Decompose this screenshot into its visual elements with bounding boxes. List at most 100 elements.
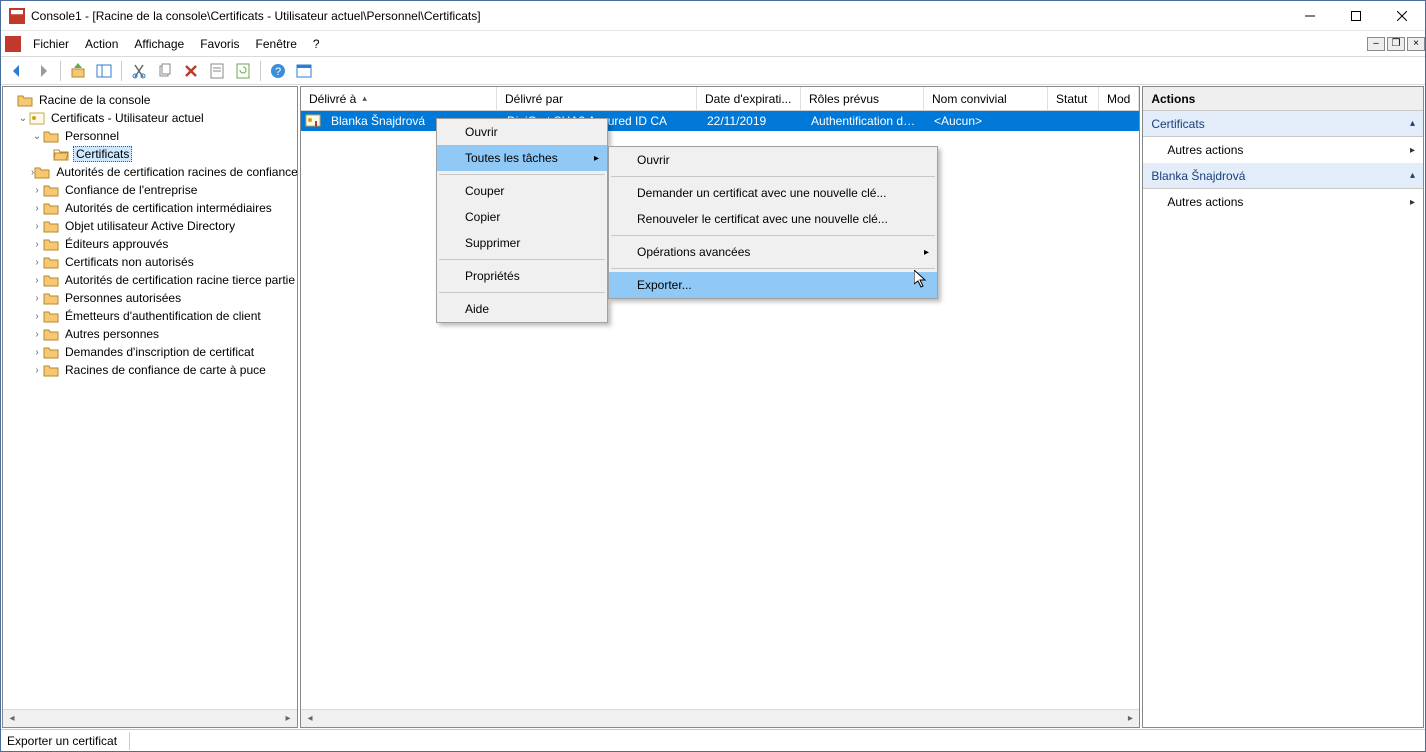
tree-hscroll[interactable]: ◂▸ [3, 709, 297, 727]
actions-pane: Actions Certificats ▴ Autres actions ▸ Bla… [1142, 86, 1424, 728]
menu-fenetre[interactable]: Fenêtre [248, 34, 305, 54]
tree-item[interactable]: ›Éditeurs approuvés [3, 235, 297, 253]
menu-affichage[interactable]: Affichage [126, 34, 192, 54]
forward-button[interactable] [31, 60, 55, 82]
ctx-sub-exporter[interactable]: Exporter... [609, 272, 937, 298]
window-title: Console1 - [Racine de la console\Certifi… [31, 9, 1287, 23]
list-header: Délivré à Délivré par Date d'expirati...… [301, 87, 1139, 111]
actions-section-subject[interactable]: Blanka Šnajdrová▴ [1143, 163, 1423, 189]
tree-item[interactable]: ›Objet utilisateur Active Directory [3, 217, 297, 235]
folder-icon [43, 129, 59, 143]
ctx-separator [439, 259, 605, 260]
list-hscroll[interactable]: ◂▸ [301, 709, 1139, 727]
properties-button[interactable] [205, 60, 229, 82]
tree-certs-user-label: Certificats - Utilisateur actuel [49, 111, 206, 125]
actions-section-certificats[interactable]: Certificats ▴ [1143, 111, 1423, 137]
tree-item[interactable]: ›Émetteurs d'authentification de client [3, 307, 297, 325]
tree-item[interactable]: ›Personnes autorisées [3, 289, 297, 307]
col-roles[interactable]: Rôles prévus [801, 87, 924, 110]
ctx-sub-avancees[interactable]: Opérations avancées [609, 239, 937, 265]
col-nom-convivial[interactable]: Nom convivial [924, 87, 1048, 110]
cert-row[interactable]: Blanka Šnajdrová DigiCert SHA2 Assured I… [301, 111, 1139, 131]
actions-item-autres-2[interactable]: Autres actions▸ [1143, 189, 1423, 215]
ctx-aide[interactable]: Aide [437, 296, 607, 322]
tree-item[interactable]: ›Autorités de certification intermédiair… [3, 199, 297, 217]
show-hide-tree-button[interactable] [92, 60, 116, 82]
ctx-copier[interactable]: Copier [437, 204, 607, 230]
submenu-icon: ▸ [1410, 145, 1415, 156]
collapse-icon: ▴ [1410, 118, 1415, 129]
ctx-ouvrir[interactable]: Ouvrir [437, 119, 607, 145]
folder-icon [43, 219, 59, 233]
mdi-restore-button[interactable]: ❐ [1387, 37, 1405, 51]
certificate-store-icon [29, 111, 45, 125]
menu-favoris[interactable]: Favoris [192, 34, 247, 54]
ctx-supprimer[interactable]: Supprimer [437, 230, 607, 256]
tree-item[interactable]: ›Confiance de l'entreprise [3, 181, 297, 199]
folder-icon [34, 165, 50, 179]
close-button[interactable] [1379, 1, 1425, 31]
ctx-proprietes[interactable]: Propriétés [437, 263, 607, 289]
col-delivre-par[interactable]: Délivré par [497, 87, 697, 110]
tree-certs-user[interactable]: ⌄ Certificats - Utilisateur actuel [3, 109, 297, 127]
ctx-separator [611, 176, 935, 177]
actions-section-label: Blanka Šnajdrová [1151, 169, 1245, 183]
actions-item-autres-1[interactable]: Autres actions ▸ [1143, 137, 1423, 163]
delete-button[interactable] [179, 60, 203, 82]
refresh-button[interactable] [231, 60, 255, 82]
tree-item[interactable]: ›Autorités de certification racine tierc… [3, 271, 297, 289]
up-button[interactable] [66, 60, 90, 82]
ctx-separator [439, 174, 605, 175]
context-menu-primary: Ouvrir Toutes les tâches Couper Copier S… [436, 118, 608, 323]
col-expiration[interactable]: Date d'expirati... [697, 87, 801, 110]
tree-item[interactable]: ›Racines de confiance de carte à puce [3, 361, 297, 379]
folder-icon [43, 327, 59, 341]
cut-button[interactable] [127, 60, 151, 82]
tree-item[interactable]: ›Demandes d'inscription de certificat [3, 343, 297, 361]
ctx-couper[interactable]: Couper [437, 178, 607, 204]
menu-action[interactable]: Action [77, 34, 126, 54]
menu-aide[interactable]: ? [305, 34, 328, 54]
folder-icon [43, 363, 59, 377]
menu-fichier[interactable]: Fichier [25, 34, 77, 54]
maximize-button[interactable] [1333, 1, 1379, 31]
ctx-sub-demander[interactable]: Demander un certificat avec une nouvelle… [609, 180, 937, 206]
back-button[interactable] [5, 60, 29, 82]
folder-icon [43, 273, 59, 287]
ctx-toutes-les-taches[interactable]: Toutes les tâches [437, 145, 607, 171]
export-list-button[interactable] [292, 60, 316, 82]
col-delivre-a[interactable]: Délivré à [301, 87, 497, 110]
copy-button[interactable] [153, 60, 177, 82]
tree-certificats[interactable]: Certificats [3, 145, 297, 163]
col-statut[interactable]: Statut [1048, 87, 1099, 110]
svg-text:?: ? [275, 66, 281, 78]
tree-personnel[interactable]: ⌄ Personnel [3, 127, 297, 145]
actions-section-label: Certificats [1151, 117, 1204, 131]
mdi-close-button[interactable]: × [1407, 37, 1425, 51]
tree-item[interactable]: ›Autres personnes [3, 325, 297, 343]
col-modele[interactable]: Mod [1099, 87, 1139, 110]
minimize-button[interactable] [1287, 1, 1333, 31]
ctx-sub-renouveler[interactable]: Renouveler le certificat avec une nouvel… [609, 206, 937, 232]
tree-root[interactable]: Racine de la console [3, 91, 297, 109]
tree-item[interactable]: ›Autorités de certification racines de c… [3, 163, 297, 181]
titlebar[interactable]: Console1 - [Racine de la console\Certifi… [1, 1, 1425, 31]
ctx-sub-ouvrir[interactable]: Ouvrir [609, 147, 937, 173]
tree-item-label: Racines de confiance de carte à puce [63, 363, 268, 377]
actions-item-label: Autres actions [1167, 143, 1243, 157]
submenu-icon: ▸ [1410, 197, 1415, 208]
menu-app-icon [5, 36, 21, 52]
help-button[interactable]: ? [266, 60, 290, 82]
mdi-minimize-button[interactable]: – [1367, 37, 1385, 51]
tree-personnel-label: Personnel [63, 129, 121, 143]
tree-item-label: Demandes d'inscription de certificat [63, 345, 256, 359]
tree-root-label: Racine de la console [37, 93, 152, 107]
folder-icon [43, 345, 59, 359]
tree-item[interactable]: ›Certificats non autorisés [3, 253, 297, 271]
console-tree[interactable]: Racine de la console ⌄ Certificats - Uti… [3, 87, 297, 709]
tree-item-label: Autorités de certification racines de co… [54, 165, 297, 179]
tree-item-label: Personnes autorisées [63, 291, 183, 305]
tree-item-label: Certificats non autorisés [63, 255, 196, 269]
actions-pane-title: Actions [1143, 87, 1423, 111]
tree-item-label: Autorités de certification racine tierce… [63, 273, 297, 287]
